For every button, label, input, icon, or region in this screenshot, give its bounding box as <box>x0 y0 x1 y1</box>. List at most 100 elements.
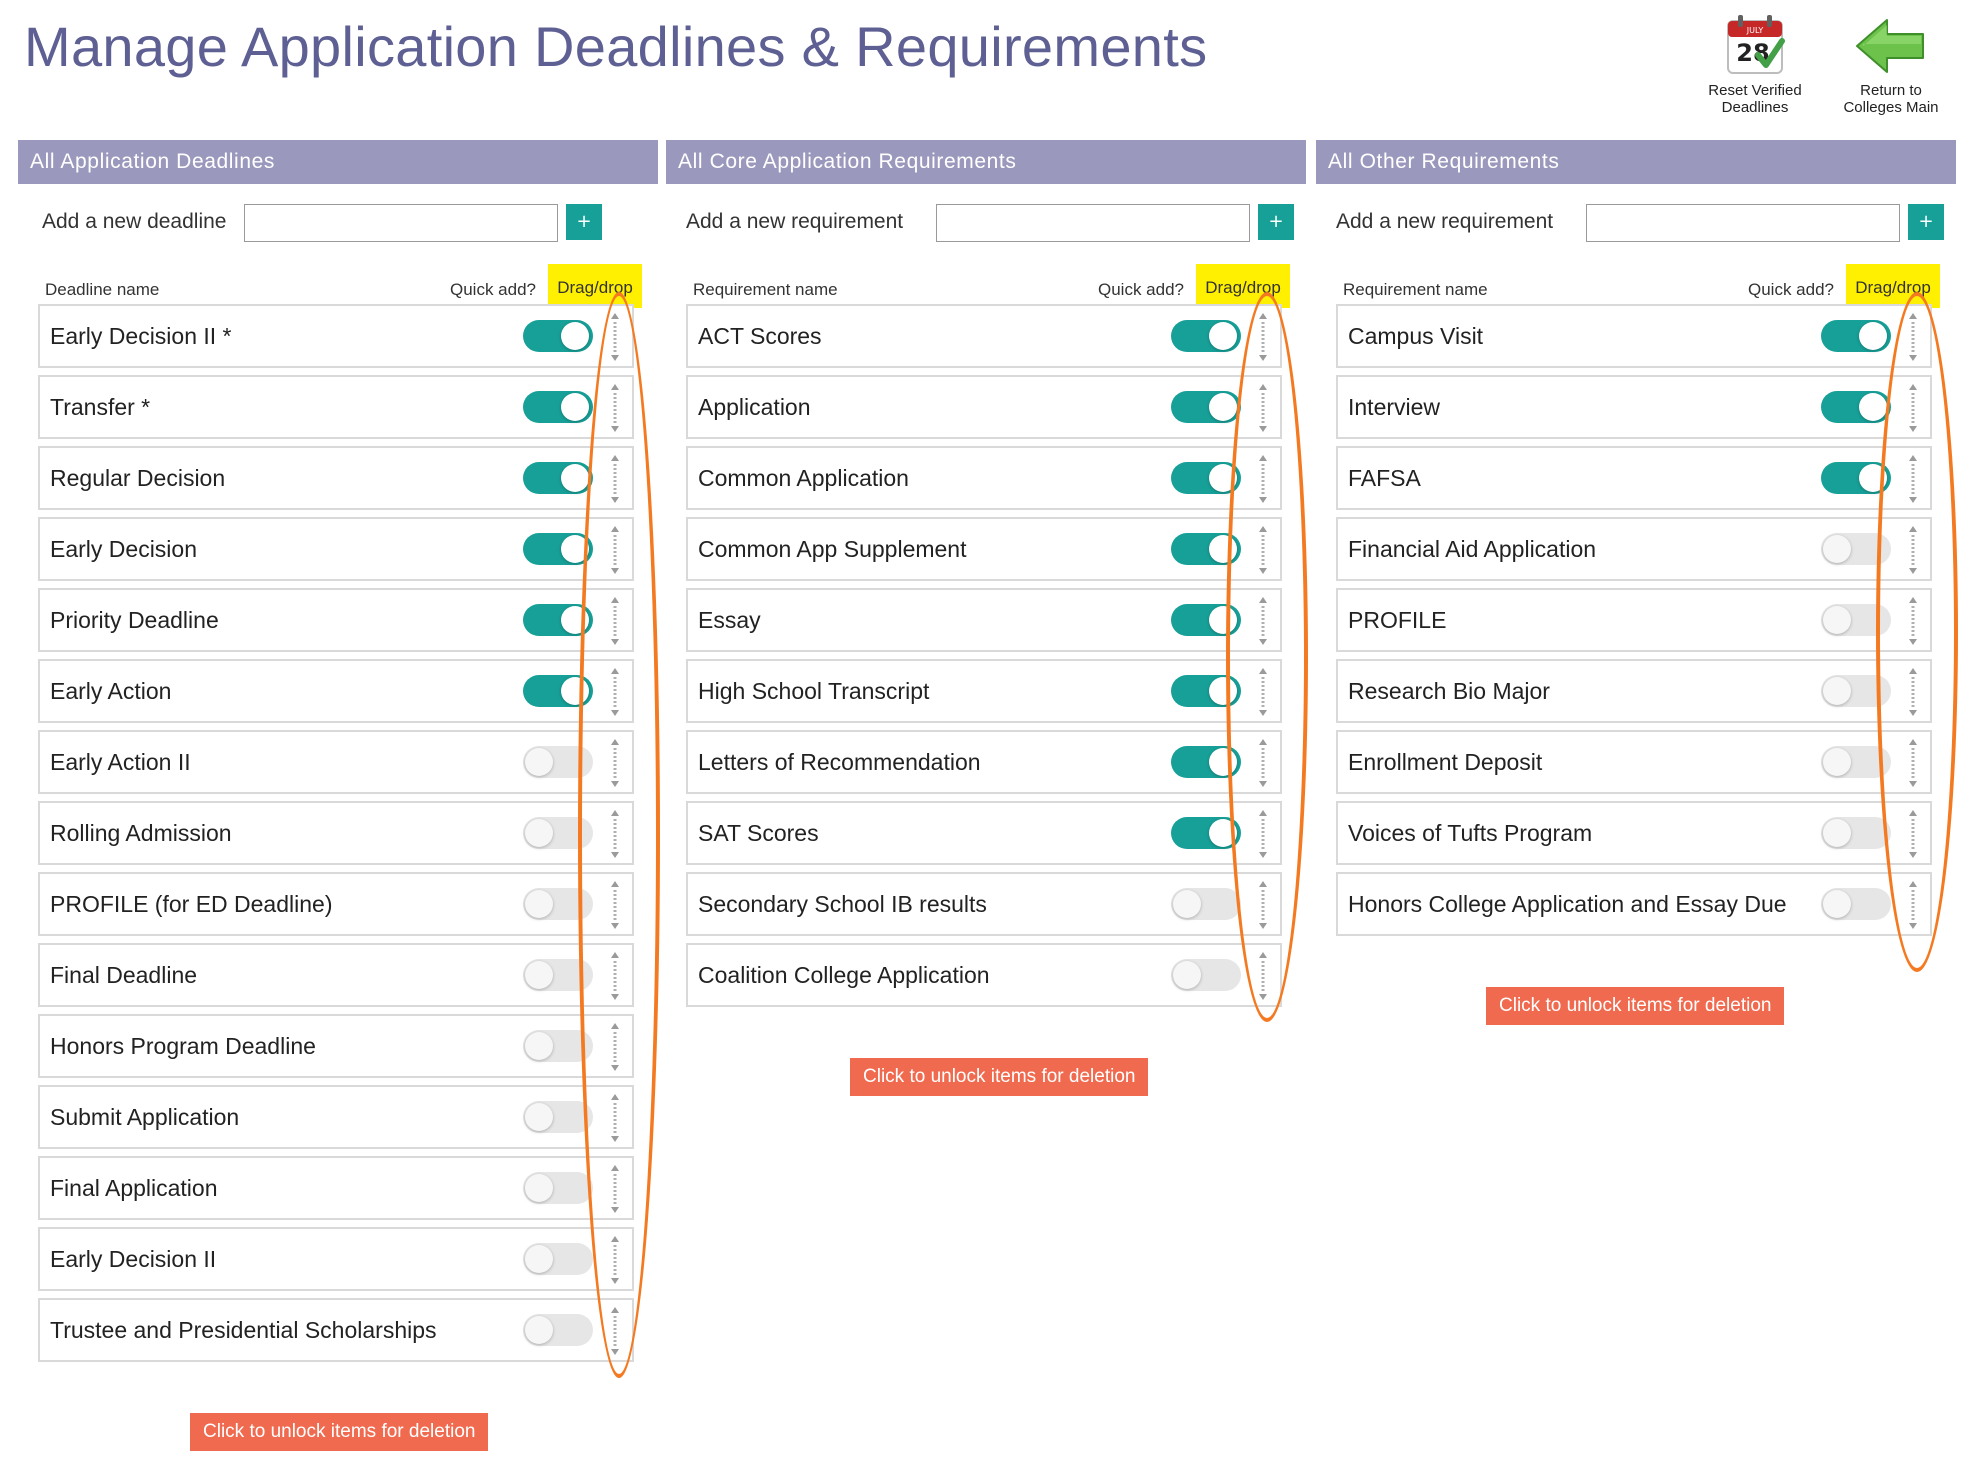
drag-handle-icon[interactable] <box>1906 667 1920 717</box>
drag-handle-icon[interactable] <box>608 667 622 717</box>
unlock-for-deletion-button[interactable]: Click to unlock items for deletion <box>190 1413 489 1451</box>
list-item[interactable]: ACT Scores <box>686 304 1282 368</box>
drag-handle-icon[interactable] <box>608 312 622 362</box>
list-item[interactable]: Submit Application <box>38 1085 634 1149</box>
quick-add-toggle[interactable] <box>523 959 593 991</box>
drag-handle-icon[interactable] <box>1906 525 1920 575</box>
list-item[interactable]: PROFILE (for ED Deadline) <box>38 872 634 936</box>
drag-handle-icon[interactable] <box>608 951 622 1001</box>
drag-handle-icon[interactable] <box>608 1235 622 1285</box>
return-to-colleges-main-button[interactable]: Return to Colleges Main <box>1836 10 1946 116</box>
list-item[interactable]: Campus Visit <box>1336 304 1932 368</box>
drag-handle-icon[interactable] <box>608 596 622 646</box>
drag-handle-icon[interactable] <box>1256 809 1270 859</box>
quick-add-toggle[interactable] <box>523 533 593 565</box>
quick-add-toggle[interactable] <box>523 746 593 778</box>
list-item[interactable]: High School Transcript <box>686 659 1282 723</box>
list-item[interactable]: Enrollment Deposit <box>1336 730 1932 794</box>
quick-add-toggle[interactable] <box>523 1243 593 1275</box>
quick-add-toggle[interactable] <box>1821 746 1891 778</box>
list-item[interactable]: Honors College Application and Essay Due <box>1336 872 1932 936</box>
quick-add-toggle[interactable] <box>1171 533 1241 565</box>
list-item[interactable]: Financial Aid Application <box>1336 517 1932 581</box>
drag-handle-icon[interactable] <box>608 525 622 575</box>
list-item[interactable]: Final Application <box>38 1156 634 1220</box>
quick-add-toggle[interactable] <box>1171 462 1241 494</box>
quick-add-toggle[interactable] <box>1171 746 1241 778</box>
quick-add-toggle[interactable] <box>1821 675 1891 707</box>
list-item[interactable]: Essay <box>686 588 1282 652</box>
quick-add-toggle[interactable] <box>1171 888 1241 920</box>
quick-add-toggle[interactable] <box>1821 462 1891 494</box>
list-item[interactable]: Trustee and Presidential Scholarships <box>38 1298 634 1362</box>
quick-add-toggle[interactable] <box>523 1101 593 1133</box>
add-item-button[interactable]: + <box>1258 204 1294 240</box>
quick-add-toggle[interactable] <box>523 604 593 636</box>
add-item-input[interactable] <box>936 204 1250 242</box>
reset-verified-deadlines-button[interactable]: JULY 28 Reset Verified Deadlines <box>1700 10 1810 116</box>
add-item-button[interactable]: + <box>566 204 602 240</box>
list-item[interactable]: Secondary School IB results <box>686 872 1282 936</box>
drag-handle-icon[interactable] <box>608 1164 622 1214</box>
quick-add-toggle[interactable] <box>523 1030 593 1062</box>
list-item[interactable]: Letters of Recommendation <box>686 730 1282 794</box>
quick-add-toggle[interactable] <box>1821 533 1891 565</box>
add-item-input[interactable] <box>244 204 558 242</box>
quick-add-toggle[interactable] <box>523 320 593 352</box>
list-item[interactable]: PROFILE <box>1336 588 1932 652</box>
drag-handle-icon[interactable] <box>1906 383 1920 433</box>
quick-add-toggle[interactable] <box>1821 888 1891 920</box>
quick-add-toggle[interactable] <box>1171 604 1241 636</box>
drag-handle-icon[interactable] <box>1906 880 1920 930</box>
unlock-for-deletion-button[interactable]: Click to unlock items for deletion <box>1486 987 1785 1025</box>
drag-handle-icon[interactable] <box>608 383 622 433</box>
drag-handle-icon[interactable] <box>1256 312 1270 362</box>
list-item[interactable]: Research Bio Major <box>1336 659 1932 723</box>
drag-handle-icon[interactable] <box>1256 667 1270 717</box>
quick-add-toggle[interactable] <box>523 1314 593 1346</box>
quick-add-toggle[interactable] <box>1171 675 1241 707</box>
quick-add-toggle[interactable] <box>523 462 593 494</box>
drag-handle-icon[interactable] <box>1906 596 1920 646</box>
quick-add-toggle[interactable] <box>523 888 593 920</box>
list-item[interactable]: Common Application <box>686 446 1282 510</box>
list-item[interactable]: Early Action <box>38 659 634 723</box>
list-item[interactable]: Priority Deadline <box>38 588 634 652</box>
list-item[interactable]: Common App Supplement <box>686 517 1282 581</box>
drag-handle-icon[interactable] <box>608 738 622 788</box>
quick-add-toggle[interactable] <box>1171 959 1241 991</box>
list-item[interactable]: Early Action II <box>38 730 634 794</box>
drag-handle-icon[interactable] <box>1256 596 1270 646</box>
list-item[interactable]: Voices of Tufts Program <box>1336 801 1932 865</box>
list-item[interactable]: Early Decision II <box>38 1227 634 1291</box>
quick-add-toggle[interactable] <box>1821 604 1891 636</box>
drag-handle-icon[interactable] <box>1906 454 1920 504</box>
drag-handle-icon[interactable] <box>1906 738 1920 788</box>
list-item[interactable]: Early Decision II * <box>38 304 634 368</box>
drag-handle-icon[interactable] <box>1906 809 1920 859</box>
add-item-input[interactable] <box>1586 204 1900 242</box>
list-item[interactable]: Early Decision <box>38 517 634 581</box>
list-item[interactable]: Application <box>686 375 1282 439</box>
drag-handle-icon[interactable] <box>1256 525 1270 575</box>
quick-add-toggle[interactable] <box>1171 817 1241 849</box>
list-item[interactable]: Coalition College Application <box>686 943 1282 1007</box>
quick-add-toggle[interactable] <box>523 391 593 423</box>
quick-add-toggle[interactable] <box>1821 817 1891 849</box>
quick-add-toggle[interactable] <box>523 675 593 707</box>
unlock-for-deletion-button[interactable]: Click to unlock items for deletion <box>850 1058 1149 1096</box>
list-item[interactable]: Final Deadline <box>38 943 634 1007</box>
drag-handle-icon[interactable] <box>1256 383 1270 433</box>
drag-handle-icon[interactable] <box>608 1306 622 1356</box>
drag-handle-icon[interactable] <box>608 454 622 504</box>
list-item[interactable]: Interview <box>1336 375 1932 439</box>
list-item[interactable]: Rolling Admission <box>38 801 634 865</box>
quick-add-toggle[interactable] <box>1821 320 1891 352</box>
drag-handle-icon[interactable] <box>1256 951 1270 1001</box>
drag-handle-icon[interactable] <box>608 809 622 859</box>
quick-add-toggle[interactable] <box>523 817 593 849</box>
quick-add-toggle[interactable] <box>1171 320 1241 352</box>
list-item[interactable]: FAFSA <box>1336 446 1932 510</box>
drag-handle-icon[interactable] <box>608 1093 622 1143</box>
quick-add-toggle[interactable] <box>523 1172 593 1204</box>
